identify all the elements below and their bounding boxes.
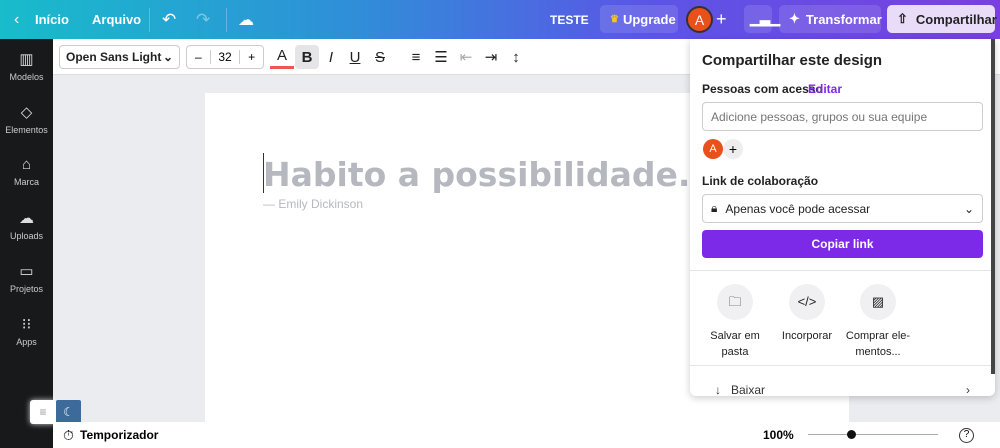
divider [690,365,995,366]
top-bar: ‹ Início Arquivo ↶ ↷ ☁ TESTE ♛ Upgrade A … [0,0,1000,39]
zoom-slider-thumb[interactable] [846,430,856,439]
download-icon: ↓ [715,383,721,396]
back-icon[interactable]: ‹ [14,11,19,29]
quote-author[interactable]: — Emily Dickinson [263,197,363,211]
bold-icon[interactable]: B [295,45,319,69]
sidebar-item-marca[interactable]: ⌂ Marca [0,145,53,198]
folder-icon: 🗀 [717,284,753,320]
italic-icon[interactable]: I [319,45,343,69]
strikethrough-icon[interactable]: S [368,45,392,69]
line-spacing-icon[interactable]: ↕ [504,45,528,69]
quote-text[interactable]: Habito a possibilidade. [263,155,690,194]
sidebar-item-apps[interactable]: ⁝⁝ Apps [0,304,53,357]
add-person-button[interactable]: + [723,139,743,159]
outdent-icon[interactable]: ⇤ [454,45,478,69]
upload-cloud-icon: ☁ [19,209,34,227]
lock-icon: 🔒︎ [711,201,718,215]
edit-access-link[interactable]: Editar [808,82,842,96]
bottom-bar: ⏱ Temporizador 100% ? [53,422,1000,448]
brand-icon: ⌂ [21,156,32,173]
upload-icon: ⇧ [897,11,908,26]
sidebar-item-projetos[interactable]: ▭ Projetos [0,251,53,304]
zoom-slider[interactable] [808,430,938,439]
undo-icon[interactable]: ↶ [162,10,176,30]
menu-icon: ≡ [39,405,47,419]
bar-chart-icon: ▁▃▁ [750,11,780,26]
code-icon: </> [789,284,825,320]
magic-icon: ✦ [789,11,800,26]
night-mode-button[interactable]: ☾ [56,400,81,424]
cloud-saved-icon[interactable]: ☁ [238,10,254,30]
folder-icon: ▭ [19,262,34,280]
embed-action[interactable]: </> Incorporar [772,284,842,344]
notes-toggle[interactable]: ≡ [30,400,56,424]
crown-icon: ♛ [610,13,619,25]
save-to-folder-action[interactable]: 🗀 Salvar em pasta [700,284,770,360]
avatar[interactable]: A [686,6,713,33]
align-left-icon[interactable]: ≡ [404,45,428,69]
chevron-down-icon: ⌄ [162,50,173,64]
underline-icon[interactable]: U [343,45,367,69]
moon-icon: ☾ [63,405,74,419]
timer-button[interactable]: Temporizador [80,428,158,442]
timer-icon[interactable]: ⏱ [63,427,74,444]
transform-button[interactable]: ✦ Transformar [779,5,882,33]
zoom-level[interactable]: 100% [763,428,794,442]
chevron-right-icon: › [966,383,970,396]
upgrade-button[interactable]: ♛ Upgrade [600,5,678,33]
design-title[interactable]: TESTE [550,13,589,27]
templates-icon: ▥ [19,50,34,68]
redo-icon[interactable]: ↷ [196,10,210,30]
insights-button[interactable]: ▁▃▁ [744,5,780,33]
divider [226,7,227,32]
sidebar-item-modelos[interactable]: ▥ Modelos [0,39,53,92]
sidebar-item-uploads[interactable]: ☁ Uploads [0,198,53,251]
add-collaborator-icon[interactable]: + [716,9,727,30]
image-icon: ▨ [860,284,896,320]
access-select[interactable]: 🔒︎ Apenas você pode acessar ⌄ [702,194,983,223]
elements-icon: ◇ [20,103,33,121]
sidebar: ▥ Modelos ◇ Elementos ⌂ Marca ☁ Uploads ▭ Pro… [0,39,53,448]
copy-link-button[interactable]: Copiar link [702,230,983,258]
home-link[interactable]: Início [35,12,69,27]
chevron-down-icon: ⌄ [963,201,974,216]
font-size-stepper[interactable]: – 32 + [186,45,264,69]
download-row[interactable]: ↓ Baixar › [715,383,970,396]
share-button[interactable]: ⇧ Compartilhar [887,5,997,33]
help-icon[interactable]: ? [959,427,974,443]
decrease-size-button[interactable]: – [187,50,211,64]
panel-scrollbar[interactable] [991,39,995,374]
font-select[interactable]: Open Sans Light ⌄ [59,45,180,69]
people-access-label: Pessoas com acesso [702,82,823,96]
share-panel: Compartilhar este design Pessoas com ace… [690,39,995,396]
indent-icon[interactable]: ⇥ [479,45,503,69]
apps-grid-icon: ⁝⁝ [21,315,32,333]
file-menu[interactable]: Arquivo [92,12,141,27]
link-label: Link de colaboração [702,174,819,188]
collaborator-avatar: A [703,139,723,159]
divider [690,270,995,271]
sidebar-item-elementos[interactable]: ◇ Elementos [0,92,53,145]
bullet-list-icon[interactable]: ☰ [429,45,453,69]
text-color-icon[interactable]: A [270,45,294,69]
add-people-input[interactable] [702,102,983,131]
divider [149,7,150,32]
font-size-input[interactable]: 32 [211,50,240,64]
buy-elements-action[interactable]: ▨ Comprar ele-mentos... [843,284,913,360]
increase-size-button[interactable]: + [239,50,263,64]
panel-title: Compartilhar este design [702,52,883,69]
